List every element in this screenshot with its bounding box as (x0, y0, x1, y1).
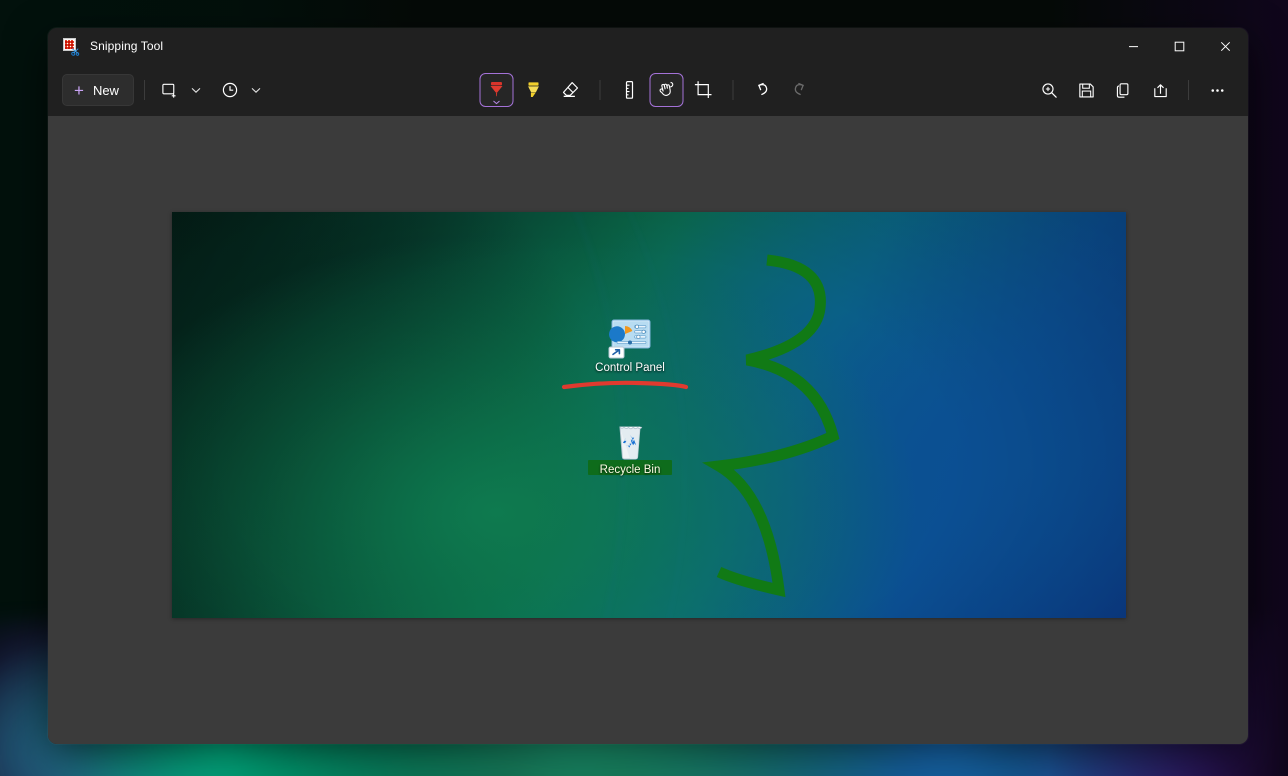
delay-chevron-down-icon[interactable] (245, 74, 267, 106)
undo-button[interactable] (746, 73, 780, 107)
redo-button[interactable] (783, 73, 817, 107)
crop-tool[interactable] (687, 73, 721, 107)
new-snip-label: New (93, 83, 119, 98)
ellipsis-icon[interactable] (1200, 73, 1234, 107)
title-bar[interactable]: Snipping Tool (48, 28, 1248, 64)
command-bar: + New (48, 64, 1248, 116)
ruler-tool[interactable] (613, 73, 647, 107)
divider (144, 80, 145, 100)
share-icon[interactable] (1143, 73, 1177, 107)
divider (600, 80, 601, 100)
desktop-icon-control-panel[interactable]: Control Panel (570, 317, 690, 374)
rectangle-snip-icon[interactable] (155, 74, 185, 106)
captured-desktop-wallpaper (172, 212, 1126, 618)
desktop-icon-label: Control Panel (595, 362, 665, 374)
close-icon[interactable] (1202, 28, 1248, 64)
ballpoint-pen-tool[interactable] (480, 73, 514, 107)
snipping-tool-window: Snipping Tool + New (48, 28, 1248, 744)
highlighter-tool[interactable] (517, 73, 551, 107)
pen-chevron-down-icon[interactable] (493, 100, 501, 105)
desktop-icon-recycle-bin[interactable]: Recycle Bin (570, 419, 690, 476)
recycle-bin-icon (607, 419, 653, 461)
annotation-tools (480, 73, 817, 107)
maximize-icon[interactable] (1156, 28, 1202, 64)
snip-mode-chevron-down-icon[interactable] (185, 74, 207, 106)
touch-writing-tool[interactable] (650, 73, 684, 107)
eraser-tool[interactable] (554, 73, 588, 107)
control-panel-icon (607, 317, 653, 359)
zoom-in-icon[interactable] (1032, 73, 1066, 107)
window-controls (1110, 28, 1248, 64)
snip-image-canvas[interactable]: Control Panel (172, 212, 1126, 618)
divider (1188, 80, 1189, 100)
title-bar-left: Snipping Tool (48, 38, 163, 55)
divider (733, 80, 734, 100)
save-disk-icon[interactable] (1069, 73, 1103, 107)
minimize-icon[interactable] (1110, 28, 1156, 64)
copy-icon[interactable] (1106, 73, 1140, 107)
delay-split-button (215, 74, 267, 106)
clock-delay-icon[interactable] (215, 74, 245, 106)
snipping-tool-icon (62, 38, 79, 55)
snip-mode-split-button (155, 74, 207, 106)
utility-tools (1032, 73, 1234, 107)
window-title: Snipping Tool (90, 39, 163, 53)
plus-icon: + (74, 82, 84, 99)
desktop-icon-label: Recycle Bin (600, 464, 661, 476)
canvas-work-area: Control Panel (48, 116, 1248, 744)
new-snip-button[interactable]: + New (62, 74, 134, 106)
